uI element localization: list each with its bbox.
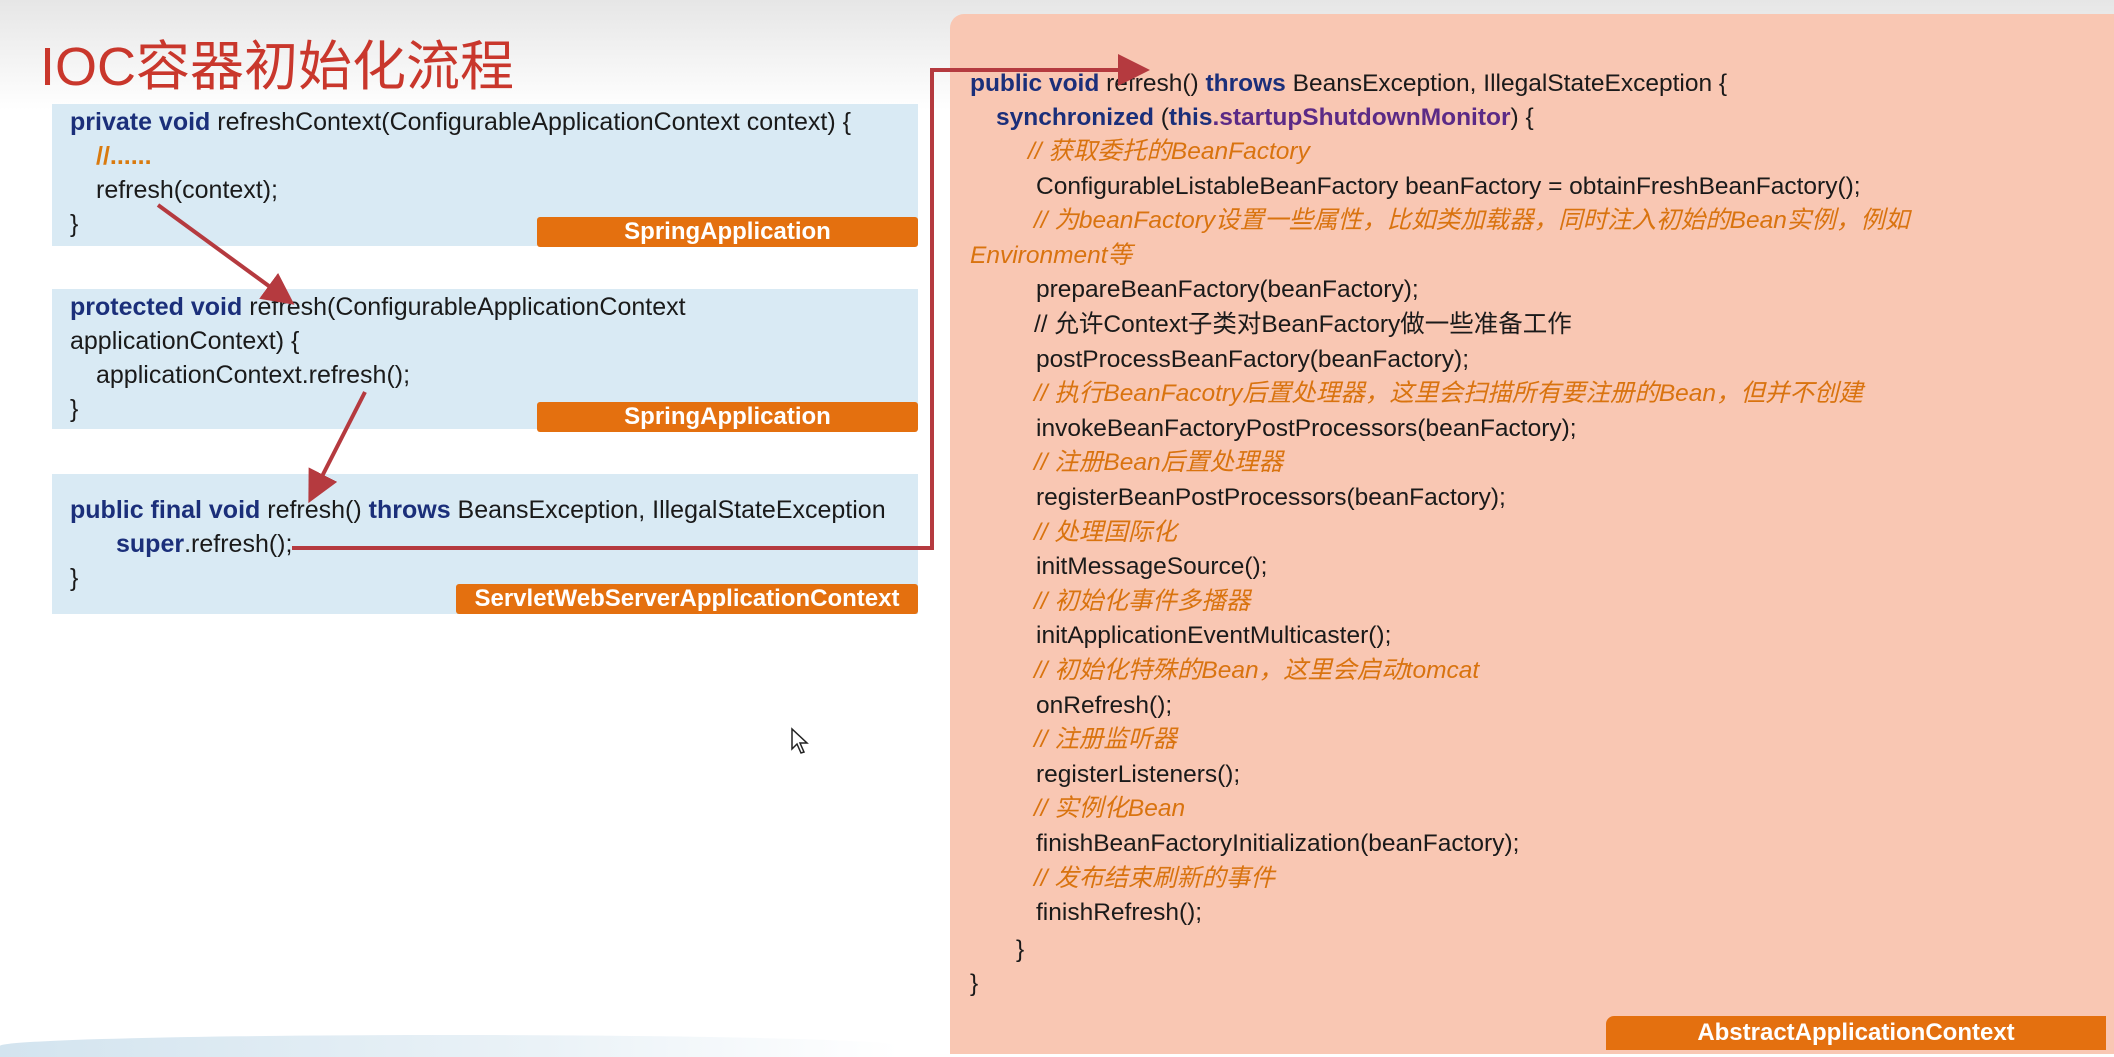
mouse-pointer-icon xyxy=(791,727,809,754)
arrow-super-refresh-to-abstract-refresh xyxy=(292,54,1150,550)
arrow-refreshcontext-to-refresh xyxy=(156,203,295,305)
arrow-refresh-to-servlet-refresh xyxy=(308,391,367,504)
flow-arrows xyxy=(156,54,1150,550)
